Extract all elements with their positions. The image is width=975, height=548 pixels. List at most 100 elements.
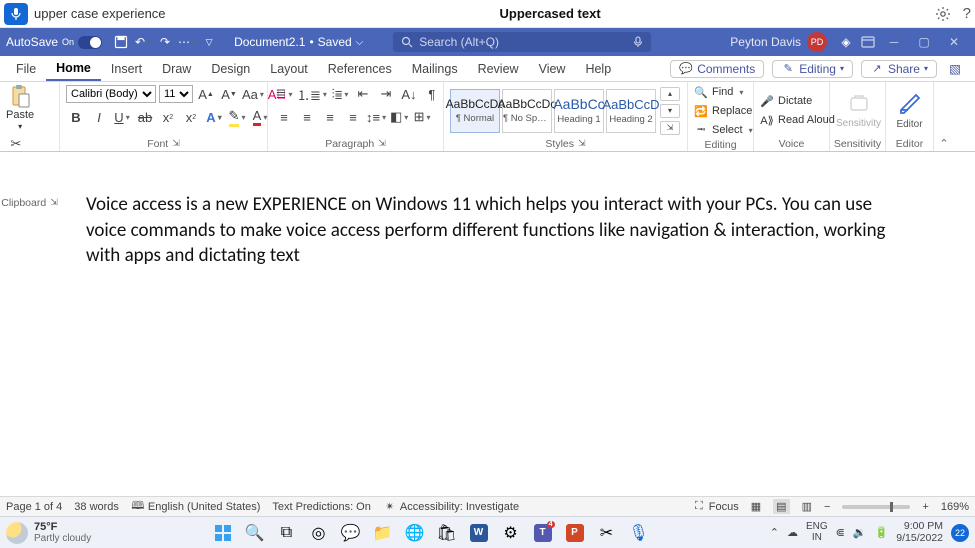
language-indicator-tray[interactable]: ENGIN [806, 522, 828, 543]
dictate-button[interactable]: 🎤Dictate [760, 93, 812, 109]
shading-button[interactable]: ◧ [389, 107, 409, 127]
line-spacing-button[interactable]: ↕≡ [366, 107, 386, 127]
read-aloud-button[interactable]: A⟫Read Aloud [760, 112, 835, 128]
search-button[interactable]: 🔍 [242, 520, 268, 546]
style-normal[interactable]: AaBbCcDc¶ Normal [450, 89, 500, 133]
align-center-button[interactable]: ≡ [297, 107, 317, 127]
print-layout-button[interactable]: ▤ [773, 499, 789, 514]
tab-home[interactable]: Home [46, 56, 101, 81]
widgets-button[interactable]: ◎ [306, 520, 332, 546]
settings-icon[interactable] [935, 6, 951, 22]
font-color-button[interactable]: A [250, 107, 270, 127]
tab-draw[interactable]: Draw [152, 56, 201, 81]
focus-mode-button[interactable]: ⛶Focus [692, 500, 739, 514]
tab-view[interactable]: View [529, 56, 576, 81]
tab-file[interactable]: File [6, 56, 46, 81]
tab-design[interactable]: Design [201, 56, 260, 81]
bold-button[interactable]: B [66, 107, 86, 127]
multilevel-button[interactable]: ⫶≣ [330, 84, 350, 104]
zoom-in-button[interactable]: + [922, 501, 928, 513]
change-case-button[interactable]: Aa [242, 84, 264, 104]
diamond-icon[interactable]: ◈ [835, 31, 857, 53]
notification-badge[interactable]: 22 [951, 524, 969, 542]
strike-button[interactable]: ab [135, 107, 155, 127]
accessibility-indicator[interactable]: ✴Accessibility: Investigate [383, 500, 519, 514]
battery-icon[interactable]: 🔋 [875, 526, 889, 539]
replace-button[interactable]: 🔁Replace [694, 103, 752, 119]
read-mode-button[interactable]: ▦ [751, 500, 761, 513]
styles-scroll-up[interactable]: ▴ [660, 87, 680, 101]
select-button[interactable]: ⭲Select [694, 122, 753, 138]
web-layout-button[interactable]: ▥ [802, 500, 812, 513]
toggle-switch[interactable] [78, 36, 102, 49]
font-size-select[interactable]: 11 [159, 85, 193, 103]
qat-more-button[interactable]: ⋯ [176, 31, 198, 53]
share-button[interactable]: ↗Share▾ [861, 60, 937, 78]
decrease-indent-button[interactable]: ⇤ [353, 84, 373, 104]
show-marks-button[interactable]: ¶ [422, 84, 442, 104]
italic-button[interactable]: I [89, 107, 109, 127]
tab-review[interactable]: Review [468, 56, 529, 81]
align-left-button[interactable]: ≡ [274, 107, 294, 127]
autosave-toggle[interactable]: AutoSave On [6, 35, 102, 49]
ribbon-collapse[interactable]: ⌃ [934, 82, 954, 151]
clock[interactable]: 9:00 PM9/15/2022 [896, 521, 943, 543]
word-count[interactable]: 38 words [74, 501, 119, 513]
start-button[interactable] [210, 520, 236, 546]
volume-icon[interactable]: 🔉 [853, 526, 867, 539]
underline-button[interactable]: U [112, 107, 132, 127]
styles-expand[interactable]: ⇲ [660, 121, 680, 135]
find-button[interactable]: 🔍Find [694, 84, 743, 100]
close-button[interactable]: ✕ [939, 28, 969, 56]
zoom-out-button[interactable]: − [824, 501, 830, 513]
settings-app-button[interactable]: ⚙ [498, 520, 524, 546]
document-body[interactable]: Voice access is a new EXPERIENCE on Wind… [0, 152, 975, 269]
subscript-button[interactable]: x2 [158, 107, 178, 127]
sort-button[interactable]: A↓ [399, 84, 419, 104]
chat-button[interactable]: 💬 [338, 520, 364, 546]
weather-widget[interactable]: 75°F Partly cloudy [6, 521, 91, 544]
comments-button[interactable]: 💬Comments [670, 60, 764, 78]
decrease-font-button[interactable]: A▼ [219, 84, 239, 104]
powerpoint-app-button[interactable]: P [562, 520, 588, 546]
document-title[interactable]: Document2.1 • Saved ⌵ [234, 35, 363, 49]
align-right-button[interactable]: ≡ [320, 107, 340, 127]
task-view-button[interactable]: ⧉ [274, 520, 300, 546]
paste-button[interactable]: Paste ▾ [6, 84, 34, 131]
file-explorer-button[interactable]: 📁 [370, 520, 396, 546]
text-predictions-indicator[interactable]: Text Predictions: On [272, 501, 370, 513]
tab-mailings[interactable]: Mailings [402, 56, 468, 81]
borders-button[interactable]: ⊞ [412, 107, 432, 127]
present-icon[interactable]: ▧ [945, 59, 965, 79]
cut-button[interactable]: ✂ [6, 134, 26, 154]
numbering-button[interactable]: ⒈≣ [297, 84, 327, 104]
zoom-level[interactable]: 169% [941, 501, 969, 513]
user-name[interactable]: Peyton Davis [730, 35, 801, 49]
undo-button[interactable]: ↶ [132, 31, 154, 53]
save-icon[interactable] [110, 31, 132, 53]
page-indicator[interactable]: Page 1 of 4 [6, 501, 62, 513]
minimize-button[interactable]: ─ [879, 28, 909, 56]
sensitivity-button[interactable]: Sensitivity [836, 84, 879, 137]
editor-button[interactable]: Editor [892, 84, 927, 137]
help-icon[interactable]: ? [963, 5, 971, 22]
edge-button[interactable]: 🌐 [402, 520, 428, 546]
document-area[interactable]: Voice access is a new EXPERIENCE on Wind… [0, 152, 975, 496]
voice-access-app-button[interactable]: 🎙 [626, 520, 652, 546]
microphone-icon[interactable] [4, 3, 28, 25]
word-app-button[interactable]: W [466, 520, 492, 546]
text-effects-button[interactable]: A [204, 107, 224, 127]
wifi-icon[interactable]: ⋐ [836, 526, 845, 539]
increase-indent-button[interactable]: ⇥ [376, 84, 396, 104]
redo-button[interactable]: ↷ [154, 31, 176, 53]
tab-insert[interactable]: Insert [101, 56, 152, 81]
language-indicator[interactable]: 🕮English (United States) [131, 500, 261, 514]
search-box[interactable]: Search (Alt+Q) [393, 32, 651, 52]
bullets-button[interactable]: ≣ [274, 84, 294, 104]
styles-scroll-down[interactable]: ▾ [660, 104, 680, 118]
zoom-slider[interactable] [842, 505, 910, 509]
user-avatar[interactable]: PD [807, 32, 827, 52]
superscript-button[interactable]: x2 [181, 107, 201, 127]
style-heading1[interactable]: AaBbCcHeading 1 [554, 89, 604, 133]
editing-mode-button[interactable]: ✎Editing▾ [772, 60, 853, 78]
